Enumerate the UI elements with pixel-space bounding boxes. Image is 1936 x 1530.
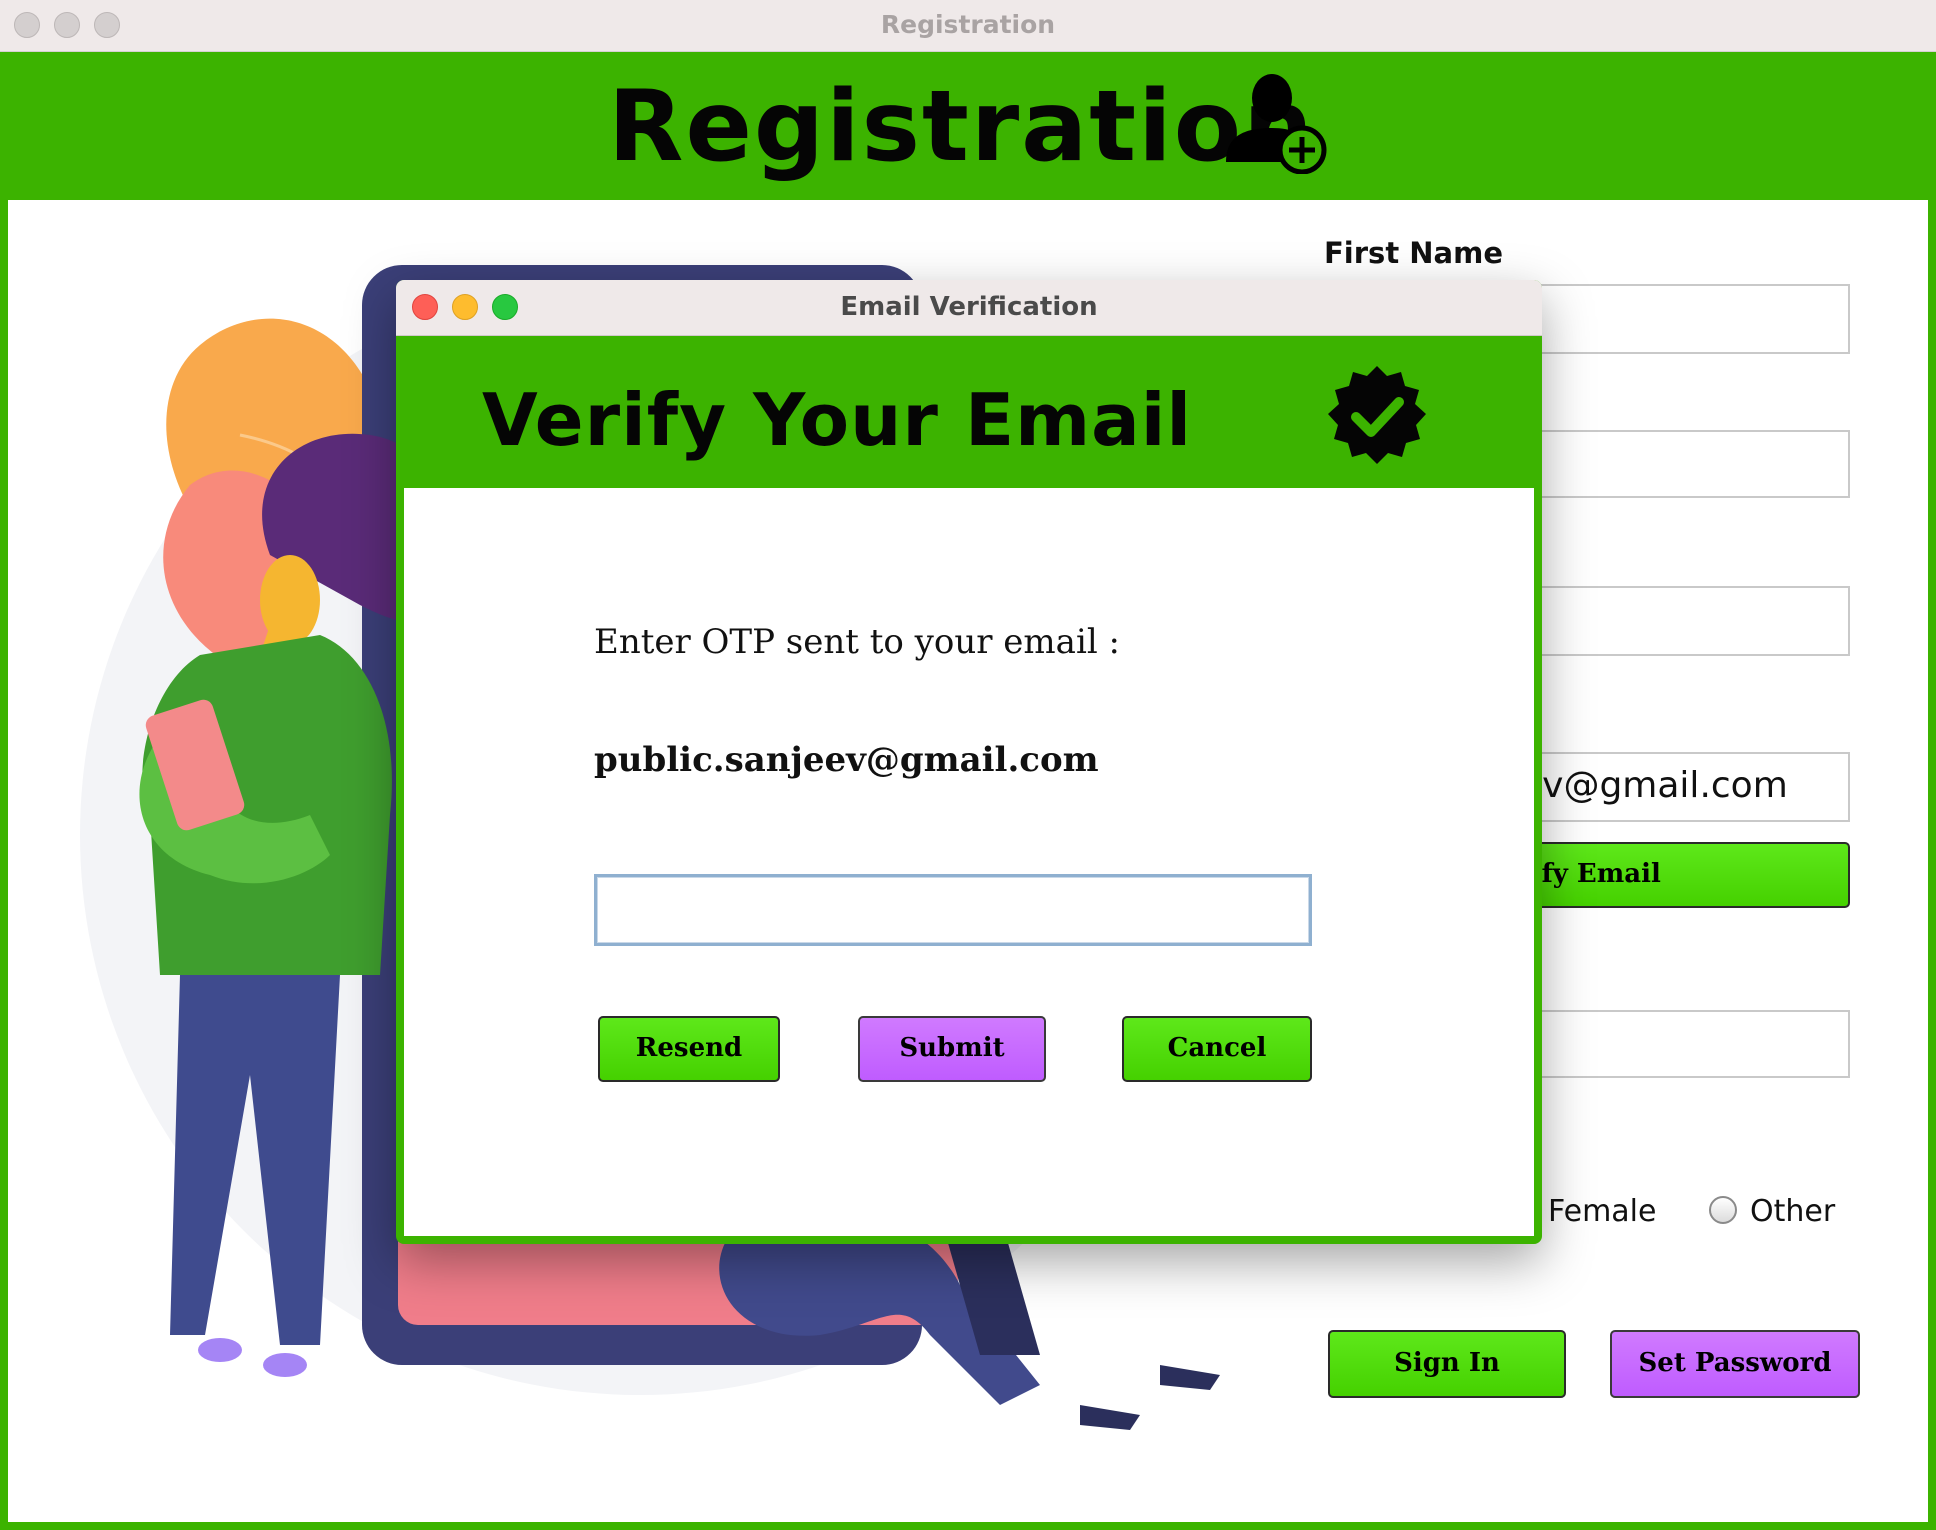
registration-window: Registration Registration First Name ev@… — [0, 0, 1936, 1530]
date-field[interactable]: 3 — [1508, 586, 1850, 656]
password-field[interactable] — [1508, 1010, 1850, 1078]
verified-badge-icon — [1328, 366, 1426, 464]
window-titlebar: Registration — [0, 0, 1936, 52]
cancel-button[interactable]: Cancel — [1122, 1016, 1312, 1082]
window-frame-right — [1928, 52, 1936, 1530]
set-password-button[interactable]: Set Password — [1610, 1330, 1860, 1398]
add-user-icon — [1226, 74, 1327, 174]
otp-input[interactable] — [594, 874, 1312, 946]
dialog-titlebar: Email Verification — [396, 280, 1542, 336]
target-email: public.sanjeev@gmail.com — [594, 740, 1099, 780]
email-field[interactable]: ev@gmail.com — [1508, 752, 1850, 822]
registration-header: Registration — [0, 52, 1936, 200]
registration-title: Registration — [608, 70, 1315, 184]
sign-in-button[interactable]: Sign In — [1328, 1330, 1566, 1398]
window-frame-bottom — [0, 1522, 1936, 1530]
first-name-field[interactable] — [1508, 284, 1850, 354]
verify-email-heading: Verify Your Email — [482, 378, 1193, 462]
email-verification-dialog: Email Verification Verify Your Email Ent… — [396, 280, 1542, 1244]
verify-email-button[interactable]: rify Email — [1508, 842, 1850, 908]
window-frame-left — [0, 52, 8, 1530]
window-title: Registration — [880, 10, 1056, 39]
dialog-title: Email Verification — [840, 292, 1098, 322]
submit-button[interactable]: Submit — [858, 1016, 1046, 1082]
dialog-body: Enter OTP sent to your email : public.sa… — [404, 488, 1534, 1236]
gender-female-label: Female — [1548, 1194, 1657, 1229]
first-name-label: First Name — [1324, 236, 1503, 270]
resend-button[interactable]: Resend — [598, 1016, 780, 1082]
gender-other-label: Other — [1750, 1194, 1836, 1229]
last-name-field[interactable] — [1508, 430, 1850, 498]
otp-instruction-label: Enter OTP sent to your email : — [594, 622, 1120, 662]
gender-other-radio[interactable] — [1709, 1196, 1737, 1224]
